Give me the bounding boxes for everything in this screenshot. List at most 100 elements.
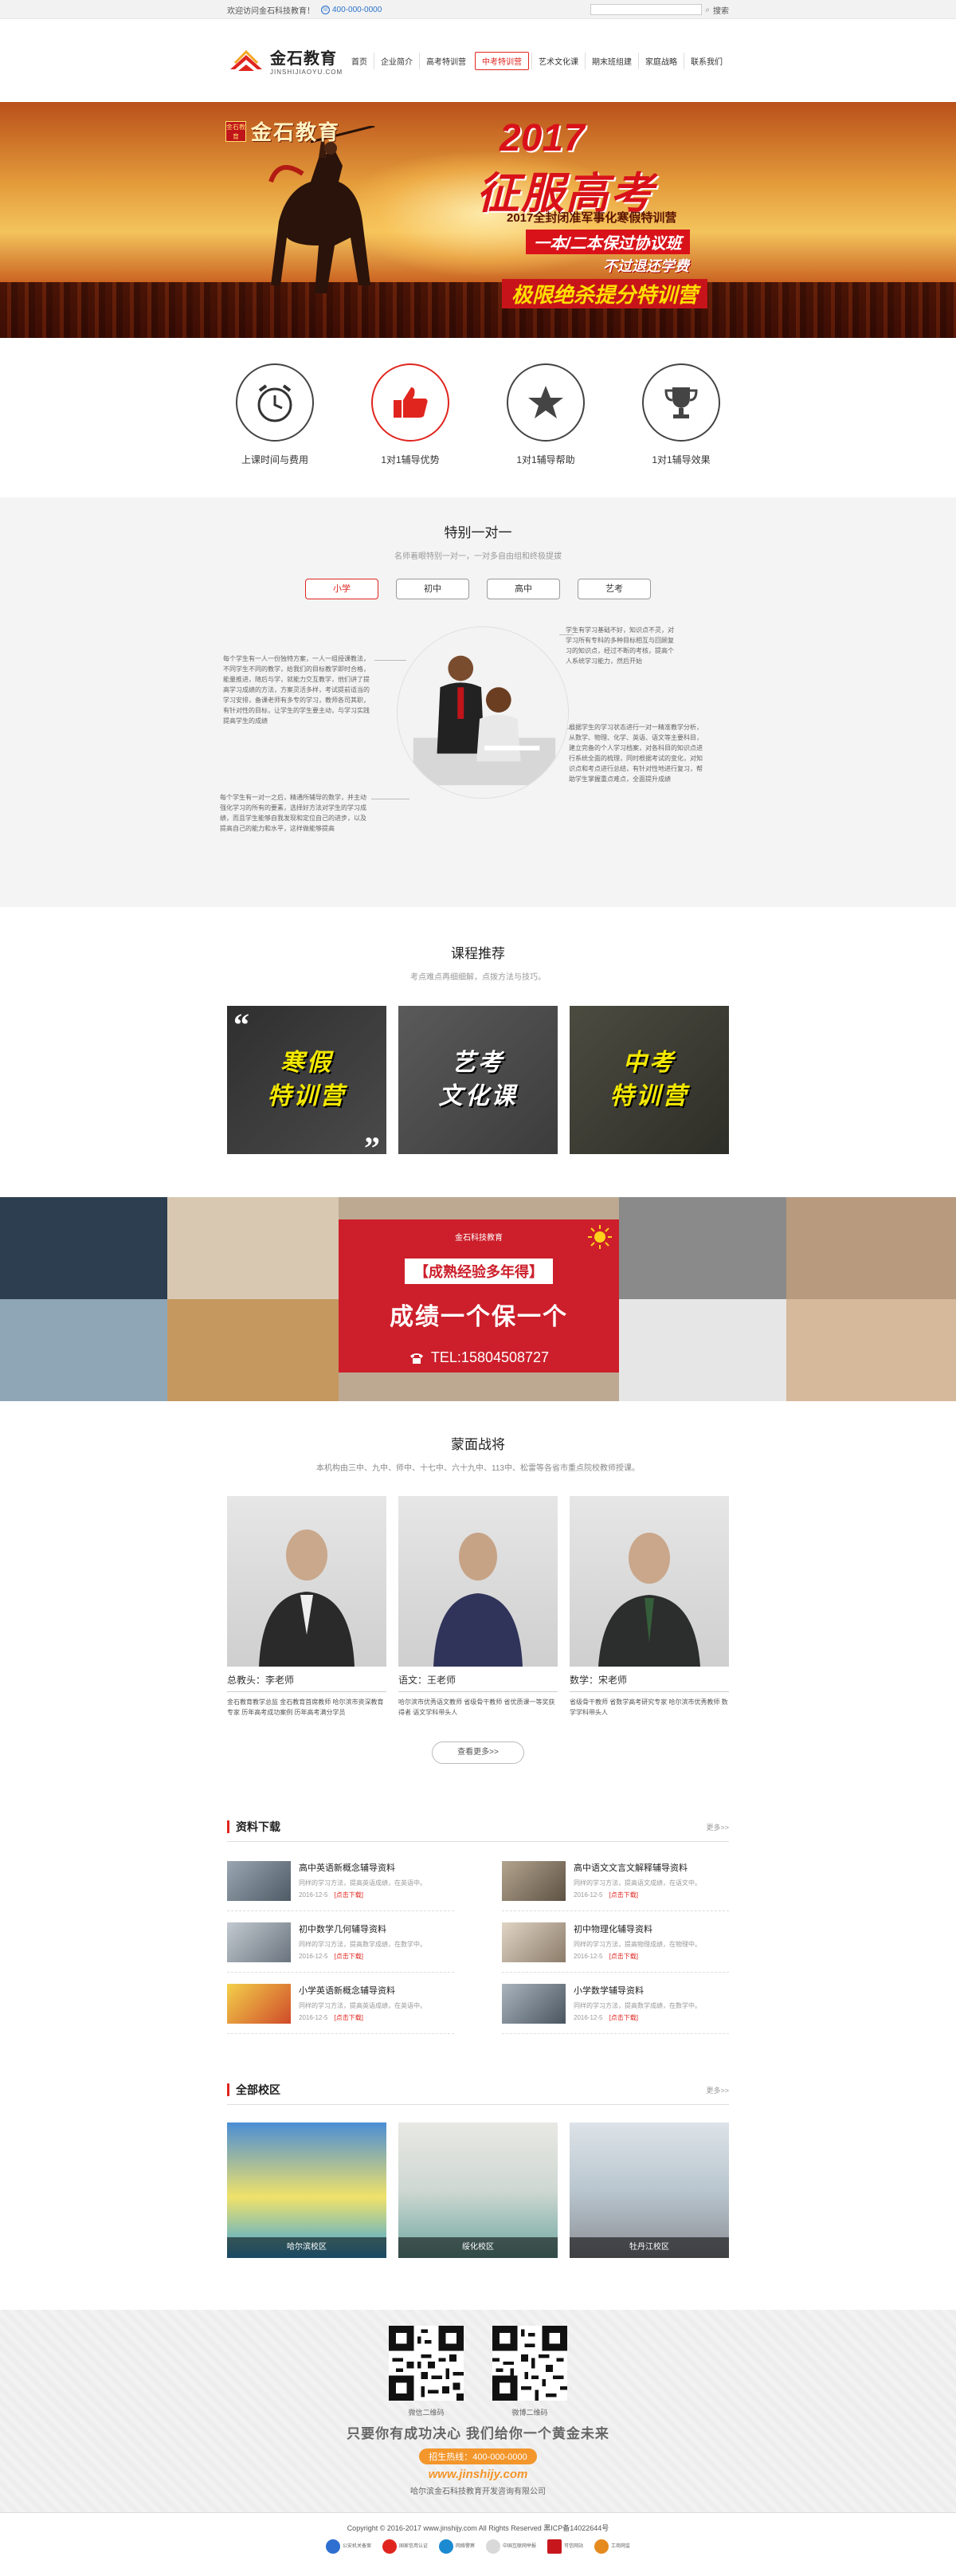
nav-home[interactable]: 首页	[345, 53, 374, 69]
tab-primary[interactable]: 小学	[305, 579, 378, 599]
teacher-card[interactable]: 总教头：李老师 金石教育教学总监 金石教育首席教师 哈尔滨市资深教育专家 历年高…	[227, 1496, 386, 1718]
banner-year: 2017	[500, 117, 585, 159]
badge-trusted[interactable]: 可信网站	[547, 2539, 583, 2554]
download-thumb	[227, 1984, 291, 2024]
download-link[interactable]: [点击下载]	[609, 1953, 637, 1960]
download-desc: 同样的学习方法，提高英语成绩，在英语中。	[299, 1879, 426, 1887]
course-card-zhongkao[interactable]: 中考 特训营	[570, 1006, 729, 1154]
qr-wechat-label: 微信二维码	[408, 2409, 445, 2417]
sunburst-icon	[588, 1225, 612, 1249]
badge-report[interactable]: 中国互联网举报	[486, 2539, 536, 2554]
feature-circle	[371, 363, 449, 442]
download-link[interactable]: [点击下载]	[334, 1891, 362, 1899]
badge-label: 网络警察	[455, 2544, 475, 2549]
course-card-winter[interactable]: “ ” 寒假 特训营	[227, 1006, 386, 1154]
downloads-more-link[interactable]: 更多>>	[706, 1822, 729, 1832]
tab-art[interactable]: 艺考	[578, 579, 651, 599]
feature-circle	[642, 363, 720, 442]
download-link[interactable]: [点击下载]	[609, 2014, 637, 2021]
trophy-icon	[664, 387, 698, 418]
search-label[interactable]: 搜索	[713, 4, 729, 16]
feature-effect[interactable]: 1对1辅导效果	[629, 363, 733, 466]
course-title-1: 艺考	[452, 1050, 504, 1076]
feature-advantage[interactable]: 1对1辅导优势	[358, 363, 462, 466]
campus-header: 全部校区 更多>>	[227, 2082, 729, 2105]
download-date: 2016-12-5	[574, 1891, 603, 1899]
teacher-card[interactable]: 数学：宋老师 省级骨干教师 省数学高考研究专家 哈尔滨市优秀教师 数学学科带头人	[570, 1496, 729, 1718]
download-date: 2016-12-5	[299, 2014, 328, 2021]
badge-police[interactable]: 公安机关备案	[325, 2539, 371, 2554]
feature-time-fee[interactable]: 上课时间与费用	[223, 363, 327, 466]
download-title[interactable]: 小学数学辅导资料	[574, 1984, 701, 1997]
download-link[interactable]: [点击下载]	[334, 2014, 362, 2021]
download-item[interactable]: 初中物理化辅导资料 同样的学习方法，提高物理成绩，在物理中。 2016-12-5…	[502, 1922, 729, 1973]
star-icon	[528, 386, 563, 418]
nav-about[interactable]: 企业简介	[374, 52, 419, 69]
nav-contact[interactable]: 联系我们	[684, 52, 729, 69]
banner-line4: 极限绝杀提分特训营	[502, 279, 708, 308]
promo-tile	[786, 1197, 956, 1299]
banner-line3: 不过退还学费	[603, 258, 689, 274]
hero-banner[interactable]: 金石教育 金石教育 2017 征服高考 2017全封闭准军事化寒假特训营 一本/…	[0, 102, 956, 338]
download-item[interactable]: 小学英语新概念辅导资料 同样的学习方法，提高英语成绩，在英语中。 2016-12…	[227, 1984, 454, 2034]
thumbs-up-icon	[394, 387, 428, 418]
cyber-police-icon	[438, 2539, 453, 2554]
feature-help[interactable]: 1对1辅导帮助	[494, 363, 598, 466]
nav-gaokao[interactable]: 高考特训营	[419, 52, 472, 69]
download-title[interactable]: 小学英语新概念辅导资料	[299, 1984, 426, 1997]
course-title-2: 特训营	[267, 1083, 347, 1109]
badge-label: 可信网站	[564, 2544, 584, 2549]
download-item[interactable]: 小学数学辅导资料 同样的学习方法，提高数学成绩，在数学中。 2016-12-5 […	[502, 1984, 729, 2034]
download-thumb	[502, 1922, 566, 1962]
download-meta: 2016-12-5 [点击下载]	[299, 1891, 426, 1899]
tab-junior[interactable]: 初中	[396, 579, 469, 599]
downloads-header: 资料下载 更多>>	[227, 1819, 729, 1842]
header: 金石教育 JINSHIJIAOYU.COM 首页 企业简介 高考特训营 中考特训…	[0, 19, 956, 102]
badge-commerce[interactable]: 工商网监	[594, 2539, 630, 2554]
campus-more-link[interactable]: 更多>>	[706, 2085, 729, 2095]
phone-icon: ☏	[321, 5, 330, 14]
site-logo[interactable]: 金石教育 JINSHIJIAOYU.COM	[227, 45, 343, 76]
download-item[interactable]: 高中语文文言文解释辅导资料 同样的学习方法，提高语文成绩，在语文中。 2016-…	[502, 1861, 729, 1911]
oto-text-4: 根据学生的学习状态进行一对一精准教学分析，从数学、物理、化学、英语、语文等主要科…	[569, 724, 703, 783]
download-title[interactable]: 高中英语新概念辅导资料	[299, 1861, 426, 1874]
download-link[interactable]: [点击下载]	[334, 1953, 362, 1960]
course-card-art[interactable]: 艺考 文化课	[398, 1006, 558, 1154]
download-title[interactable]: 高中语文文言文解释辅导资料	[574, 1861, 701, 1874]
brand-name: 金石教育	[270, 50, 337, 68]
nav-zhongkao[interactable]: 中考特训营	[475, 51, 529, 70]
download-link[interactable]: [点击下载]	[609, 1891, 637, 1899]
download-title[interactable]: 初中数学几何辅导资料	[299, 1922, 426, 1935]
search-input[interactable]	[590, 4, 703, 15]
download-item[interactable]: 初中数学几何辅导资料 同样的学习方法，提高数学成绩，在数学中。 2016-12-…	[227, 1922, 454, 1973]
nav-family[interactable]: 家庭战略	[638, 52, 684, 69]
promo-tel-number: TEL:15804508727	[430, 1349, 550, 1365]
brand-domain: JINSHIJIAOYU.COM	[270, 69, 343, 76]
nav-art[interactable]: 艺术文化课	[531, 52, 585, 69]
download-item[interactable]: 高中英语新概念辅导资料 同样的学习方法，提高英语成绩，在英语中。 2016-12…	[227, 1861, 454, 1911]
tab-senior[interactable]: 高中	[487, 579, 560, 599]
badge-cyber[interactable]: 网络警察	[438, 2539, 475, 2554]
campus-card[interactable]: 牡丹江校区	[570, 2122, 729, 2258]
download-title[interactable]: 初中物理化辅导资料	[574, 1922, 701, 1935]
badge-label: 工商网监	[611, 2544, 631, 2549]
campus-card[interactable]: 哈尔滨校区	[227, 2122, 386, 2258]
teachers-more-button[interactable]: 查看更多>>	[432, 1742, 524, 1764]
promo-tile	[167, 1197, 339, 1299]
oto-subtitle: 名师着眼特别一对一，一对多自由组和终极提拔	[394, 552, 562, 561]
teacher-card[interactable]: 语文：王老师 哈尔滨市优秀语文教师 省级骨干教师 省优质课一等奖获得者 语文学科…	[398, 1496, 558, 1718]
footer-bottom: Copyright © 2016-2017 www.jinshijy.com A…	[0, 2512, 956, 2576]
downloads-section: 资料下载 更多>> 高中英语新概念辅导资料 同样的学习方法，提高英语成绩，在英语…	[0, 1816, 956, 2079]
quote-close-icon: ”	[364, 1130, 380, 1154]
teacher-name: 总教头：李老师	[227, 1667, 386, 1692]
search-icon[interactable]: ⌕	[705, 6, 710, 14]
badge-credit[interactable]: 国家信用认证	[382, 2539, 428, 2554]
trusted-site-icon	[547, 2539, 562, 2554]
footer-hotline: 招生热线：400-000-0000	[419, 2448, 537, 2464]
warrior-horse-image	[268, 126, 375, 293]
promo-banner[interactable]: 金石科技教育 【成熟经验多年得】 成绩一个保一个 TEL:15804508727	[0, 1197, 956, 1401]
campus-card[interactable]: 绥化校区	[398, 2122, 558, 2258]
promo-tag: 【成熟经验多年得】	[405, 1259, 553, 1284]
nav-final[interactable]: 期末班组建	[585, 52, 638, 69]
footer-site[interactable]: www.jinshijy.com	[0, 2468, 956, 2481]
